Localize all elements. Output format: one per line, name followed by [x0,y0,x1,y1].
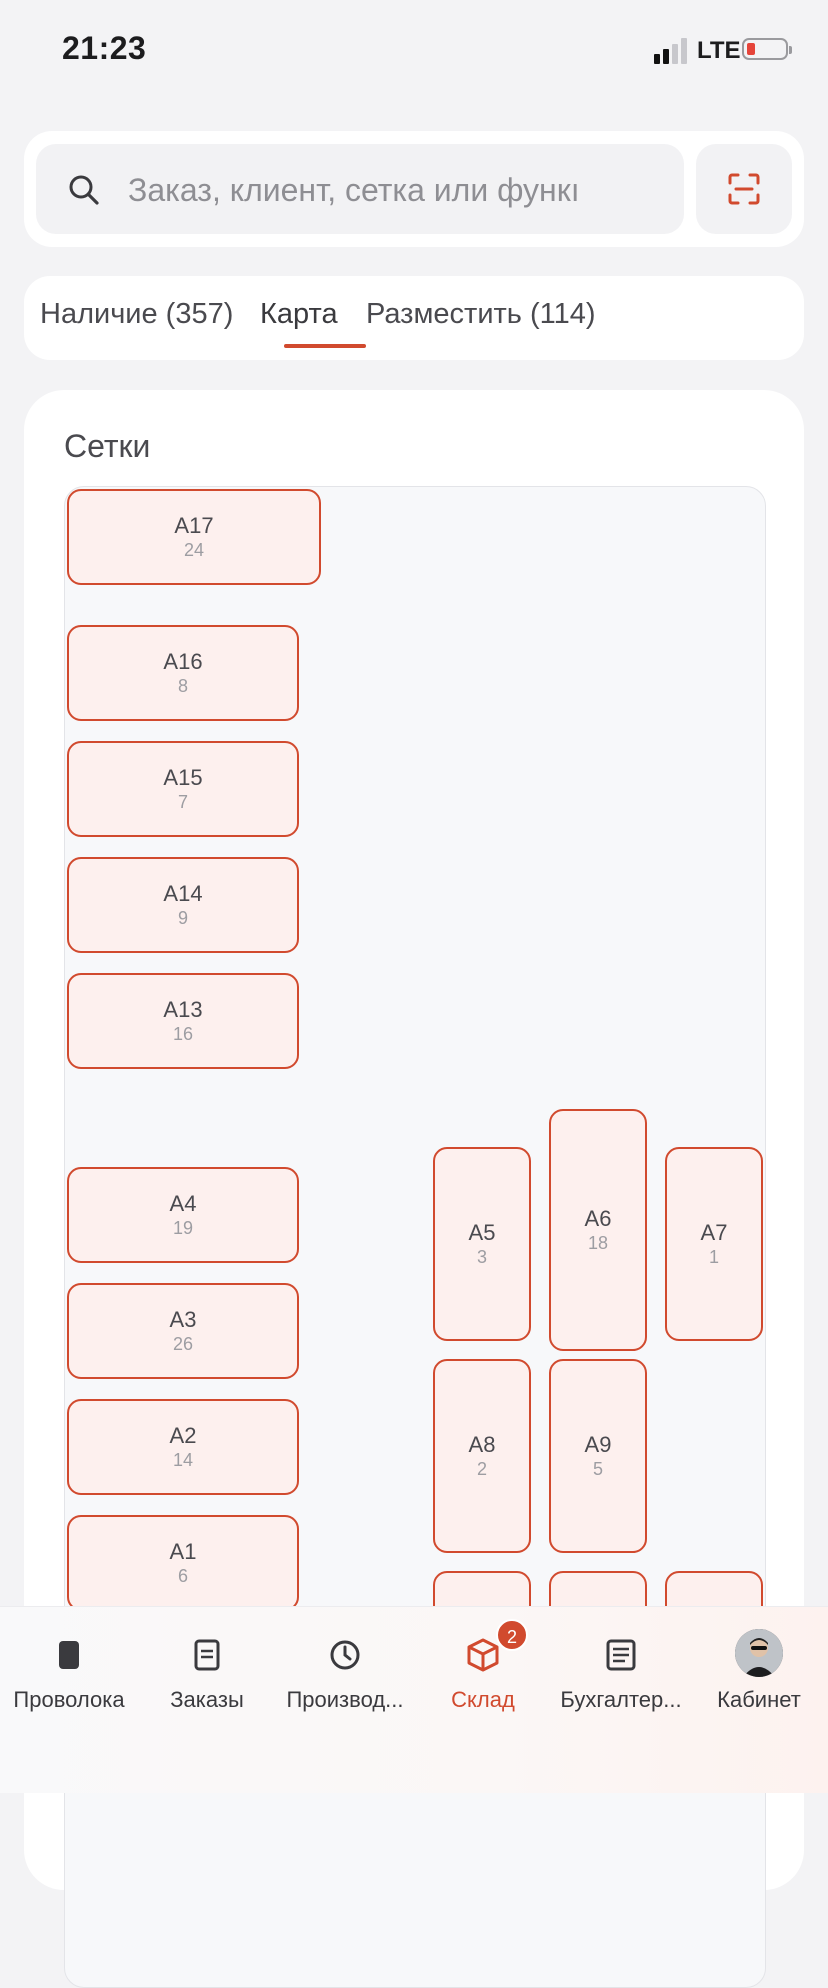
wire-spool-icon [59,1641,79,1669]
cell-name: A15 [163,765,203,790]
cell-name: A16 [163,649,203,674]
grid-cell-a2[interactable]: A2 14 [67,1399,299,1495]
cell-count: 1 [708,1247,719,1267]
tab-map[interactable]: Карта [260,298,338,331]
tab-place[interactable]: Разместить (114) [366,298,596,331]
grid-cell-a6[interactable]: A6 18 [549,1109,647,1351]
tabs-bar: Наличие (357) Карта Разместить (114) [24,276,804,360]
grid-cell-a14[interactable]: A14 9 [67,857,299,953]
bottom-nav: Проволока Заказы Производ... 2 Склад Бух… [0,1606,828,1793]
cell-name: A17 [174,513,214,538]
active-tab-indicator [284,344,366,348]
scan-icon [728,173,760,205]
nav-cabinet[interactable]: Кабинет [690,1607,828,1737]
nav-label: Производ... [286,1687,404,1712]
status-time: 21:23 [62,30,147,66]
section-title: Сетки [64,428,151,464]
cell-count: 2 [476,1459,487,1479]
cell-name: A9 [584,1432,612,1457]
cell-count: 16 [172,1024,194,1044]
nav-accounting[interactable]: Бухгалтер... [552,1607,690,1737]
clock-icon [330,1640,360,1670]
network-type: LTE [697,37,741,64]
cell-count: 8 [177,676,188,696]
grid-cell-a15[interactable]: A15 7 [67,741,299,837]
cell-name: A14 [163,881,203,906]
tab-availability[interactable]: Наличие (357) [40,298,233,331]
cell-count: 18 [587,1233,609,1253]
search-field[interactable] [36,144,684,234]
grid-cell-a8[interactable]: A8 2 [433,1359,531,1553]
cell-name: A6 [584,1206,612,1231]
cell-count: 14 [172,1450,194,1470]
grid-cell-a3[interactable]: A3 26 [67,1283,299,1379]
grid-cell-a9[interactable]: A9 5 [549,1359,647,1553]
cell-name: A2 [169,1423,197,1448]
grid-cell-a17[interactable]: A17 24 [67,489,321,585]
search-input[interactable] [126,162,650,218]
nav-wire[interactable]: Проволока [0,1607,138,1737]
cell-count: 5 [592,1459,603,1479]
nav-label: Склад [451,1687,515,1712]
cell-count: 24 [183,540,205,560]
nav-label: Заказы [170,1687,244,1712]
avatar [735,1629,783,1677]
grid-cell-a7[interactable]: A7 1 [665,1147,763,1341]
ledger-icon [606,1639,636,1671]
battery-icon [742,38,792,60]
status-bar: 21:23 LTE [0,0,828,100]
cell-count: 19 [172,1218,194,1238]
grid-cell-a1[interactable]: A1 6 [67,1515,299,1611]
cell-name: A4 [169,1191,197,1216]
document-icon [194,1639,220,1671]
search-card [24,131,804,247]
grid-cell-a16[interactable]: A16 8 [67,625,299,721]
cell-count: 3 [476,1247,487,1267]
cell-name: A8 [468,1432,496,1457]
grid-cell-a4[interactable]: A4 19 [67,1167,299,1263]
cell-name: A5 [468,1220,496,1245]
notification-badge: 2 [496,1619,528,1651]
cell-count: 6 [177,1566,188,1586]
cell-count: 7 [177,792,188,812]
cell-name: A1 [169,1539,197,1564]
nav-orders[interactable]: Заказы [138,1607,276,1737]
signal-icon [654,38,690,64]
grid-cell-a5[interactable]: A5 3 [433,1147,531,1341]
scan-button[interactable] [696,144,792,234]
grid-cell-a13[interactable]: A13 16 [67,973,299,1069]
nav-warehouse[interactable]: 2 Склад [414,1607,552,1737]
nav-production[interactable]: Производ... [276,1607,414,1737]
cell-name: A7 [700,1220,728,1245]
search-icon [69,175,99,205]
nav-label: Кабинет [717,1687,801,1712]
cell-count: 26 [172,1334,194,1354]
cell-name: A13 [163,997,203,1022]
nav-label: Бухгалтер... [560,1687,682,1712]
cell-count: 9 [177,908,188,928]
nav-label: Проволока [13,1687,125,1712]
cell-name: A3 [169,1307,197,1332]
